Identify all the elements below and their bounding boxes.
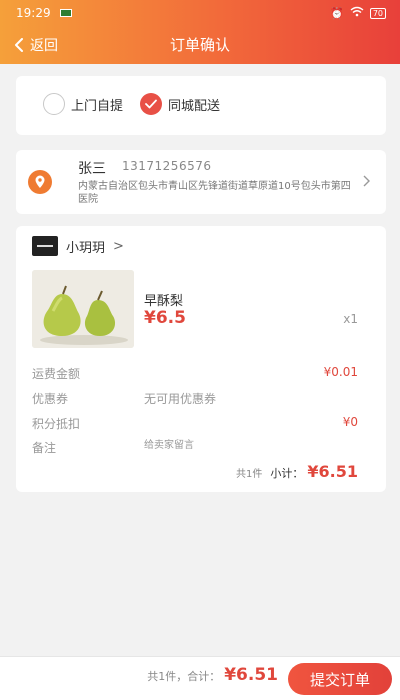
- remark-input[interactable]: [144, 436, 344, 454]
- recipient-phone: 13171256576: [122, 159, 212, 173]
- pickup-option[interactable]: 上门自提: [43, 93, 123, 115]
- product-price: ¥6.5: [144, 308, 186, 328]
- total-amount: ¥6.51: [224, 665, 278, 685]
- app-notification-icon: [60, 9, 72, 17]
- location-pin-icon: [28, 170, 52, 194]
- nav-bar: 返回 订单确认: [0, 26, 400, 64]
- shop-name: 小玥玥: [66, 240, 106, 256]
- product-image: [32, 270, 134, 348]
- coupon-label: 优惠券: [32, 392, 69, 406]
- subtotal: 共1件 小计： ¥6.51: [236, 462, 358, 481]
- battery-icon: 70: [369, 7, 386, 19]
- delivery-options-card: 上门自提 同城配送: [16, 76, 386, 135]
- points-label: 积分抵扣: [32, 417, 81, 431]
- shipping-label: 运费金额: [32, 367, 81, 381]
- coupon-value[interactable]: 无可用优惠券: [144, 390, 216, 407]
- address-card[interactable]: 张三 13171256576 内蒙古自治区包头市青山区先锋道街道草原道10号包头…: [16, 150, 386, 214]
- order-total: 共1件，合计： ¥6.51: [147, 665, 278, 685]
- check-icon: [145, 99, 157, 109]
- shop-header[interactable]: 小玥玥 >: [32, 236, 124, 256]
- points-value: ¥0: [342, 415, 358, 429]
- recipient-name: 张三: [78, 161, 106, 177]
- submit-order-button[interactable]: 提交订单: [288, 663, 392, 695]
- header: 19:29 ⏰ 70 返回 订单确认: [0, 0, 400, 64]
- alarm-icon: ⏰: [330, 6, 344, 20]
- product-name: 早酥梨: [144, 294, 184, 309]
- city-delivery-radio[interactable]: [140, 93, 162, 115]
- order-card: 小玥玥 > 早酥梨 ¥6.5 x1 运费金额 ¥0.01 优惠券 无可用优惠券 …: [16, 226, 386, 492]
- status-bar: 19:29 ⏰ 70: [0, 0, 400, 26]
- total-label: 共1件，合计：: [147, 670, 221, 683]
- shop-logo: [32, 236, 58, 256]
- shop-arrow: >: [113, 238, 124, 254]
- shipping-value: ¥0.01: [323, 365, 358, 379]
- bottom-bar: 共1件，合计： ¥6.51 提交订单: [0, 656, 400, 700]
- address-detail: 内蒙古自治区包头市青山区先锋道街道草原道10号包头市第四医院: [78, 181, 351, 205]
- chevron-right-icon: [362, 172, 370, 191]
- subtotal-amount: ¥6.51: [307, 462, 358, 481]
- wifi-icon: [350, 6, 364, 20]
- page-title: 订单确认: [169, 36, 230, 54]
- pickup-label: 上门自提: [71, 98, 124, 114]
- city-delivery-label: 同城配送: [168, 98, 221, 114]
- product-quantity: x1: [343, 312, 358, 326]
- pickup-radio[interactable]: [43, 93, 65, 115]
- subtotal-count: 共1件: [236, 469, 263, 480]
- status-icons: ⏰ 70: [330, 6, 386, 20]
- city-delivery-option[interactable]: 同城配送: [140, 93, 220, 115]
- status-time: 19:29: [16, 6, 51, 20]
- remark-label: 备注: [32, 441, 57, 455]
- subtotal-label: 小计：: [270, 467, 304, 480]
